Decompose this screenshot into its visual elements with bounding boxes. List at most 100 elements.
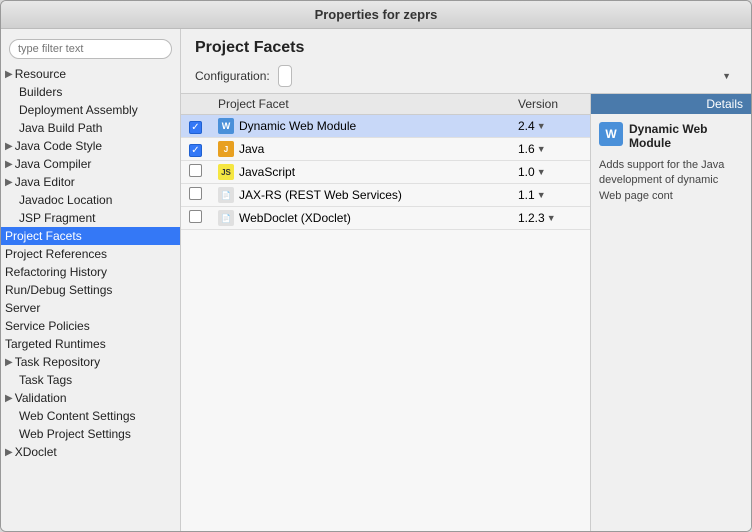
sidebar-item-label: Validation: [15, 391, 67, 405]
facet-name-cell: J Java: [210, 138, 510, 161]
sidebar-item-label: XDoclet: [15, 445, 57, 459]
facets-table: Project Facet Version ✓ W Dynamic Web Modu…: [181, 94, 590, 230]
arrow-icon: ▶: [5, 159, 13, 170]
sidebar-item-javadoc-location[interactable]: Javadoc Location: [1, 191, 180, 209]
details-panel: Details W Dynamic Web Module Adds suppor…: [591, 94, 751, 531]
version-dropdown-arrow-icon[interactable]: ▼: [537, 167, 546, 177]
sidebar-item-service-policies[interactable]: Service Policies: [1, 317, 180, 335]
sidebar-item-label: Refactoring History: [5, 265, 107, 279]
facet-name: WebDoclet (XDoclet): [239, 211, 351, 225]
table-row[interactable]: 📄 JAX-RS (REST Web Services) 1.1▼: [181, 184, 590, 207]
sidebar-item-task-tags[interactable]: Task Tags: [1, 371, 180, 389]
main-window: Properties for zeprs ▶ ResourceBuildersD…: [0, 0, 752, 532]
details-name: Dynamic Web Module: [629, 122, 743, 150]
table-row[interactable]: ✓ W Dynamic Web Module 2.4▼: [181, 115, 590, 138]
arrow-icon: ▶: [5, 393, 13, 404]
sidebar-item-label: Project Facets: [5, 229, 82, 243]
table-row[interactable]: JSJavaScript1.0▼: [181, 161, 590, 184]
facet-name: JAX-RS (REST Web Services): [239, 188, 402, 202]
sidebar-item-label: Web Project Settings: [19, 427, 131, 441]
facet-checkbox-cell: [181, 161, 210, 184]
facets-area: Project Facet Version ✓ W Dynamic Web Modu…: [181, 94, 591, 531]
document-icon: 📄: [218, 210, 234, 226]
sidebar-item-java-build-path[interactable]: Java Build Path: [1, 119, 180, 137]
panel-body: Project Facet Version ✓WDynamic Web Modu…: [181, 94, 751, 531]
facet-name-cell: 📄 WebDoclet (XDoclet): [210, 207, 510, 230]
java-icon: J: [218, 141, 234, 157]
facet-checkbox[interactable]: [189, 210, 202, 223]
sidebar-item-jsp-fragment[interactable]: JSP Fragment: [1, 209, 180, 227]
sidebar-item-targeted-runtimes[interactable]: Targeted Runtimes: [1, 335, 180, 353]
sidebar-item-label: Service Policies: [5, 319, 90, 333]
filter-input[interactable]: [9, 39, 172, 59]
facet-name-cell: JSJavaScript: [210, 161, 510, 184]
facet-version: 1.2.3: [518, 211, 545, 225]
version-dropdown-arrow-icon[interactable]: ▼: [547, 213, 556, 223]
sidebar-item-label: Run/Debug Settings: [5, 283, 112, 297]
sidebar-item-validation[interactable]: ▶ Validation: [1, 389, 180, 407]
arrow-icon: ▶: [5, 177, 13, 188]
facets-tbody: ✓WDynamic Web Module2.4▼✓JJava1.6▼JSJava…: [181, 115, 590, 230]
sidebar-item-label: Deployment Assembly: [19, 103, 138, 117]
facet-checkbox-cell: ✓: [181, 138, 210, 161]
panel-title: Project Facets: [195, 39, 737, 57]
main-content: ▶ ResourceBuildersDeployment AssemblyJav…: [1, 29, 751, 531]
filter-wrap: [1, 35, 180, 65]
sidebar-item-project-references[interactable]: Project References: [1, 245, 180, 263]
col-project-facet: Project Facet: [210, 94, 510, 115]
facet-version: 2.4: [518, 119, 535, 133]
config-row: Configuration:: [195, 65, 737, 87]
facet-checkbox[interactable]: ✓: [189, 121, 202, 134]
sidebar-item-resource[interactable]: ▶ Resource: [1, 65, 180, 83]
document-icon: 📄: [218, 187, 234, 203]
javascript-icon: JS: [218, 164, 234, 180]
facet-version: 1.1: [518, 188, 535, 202]
config-select[interactable]: [278, 65, 292, 87]
sidebar-item-builders[interactable]: Builders: [1, 83, 180, 101]
right-panel: Project Facets Configuration: Project Fa…: [181, 29, 751, 531]
sidebar: ▶ ResourceBuildersDeployment AssemblyJav…: [1, 29, 181, 531]
table-row[interactable]: 📄 WebDoclet (XDoclet) 1.2.3▼: [181, 207, 590, 230]
facet-name: Dynamic Web Module: [239, 119, 356, 133]
facet-checkbox[interactable]: [189, 187, 202, 200]
facet-checkbox-cell: ✓: [181, 115, 210, 138]
sidebar-item-label: Resource: [15, 67, 66, 81]
col-version: Version: [510, 94, 590, 115]
version-dropdown-arrow-icon[interactable]: ▼: [537, 144, 546, 154]
sidebar-item-label: Java Editor: [15, 175, 75, 189]
table-row[interactable]: ✓ J Java 1.6▼: [181, 138, 590, 161]
version-dropdown-arrow-icon[interactable]: ▼: [537, 190, 546, 200]
sidebar-item-label: Javadoc Location: [19, 193, 112, 207]
facet-checkbox[interactable]: ✓: [189, 144, 202, 157]
details-big-icon: W: [599, 122, 623, 146]
arrow-icon: ▶: [5, 447, 13, 458]
sidebar-item-java-editor[interactable]: ▶ Java Editor: [1, 173, 180, 191]
sidebar-item-web-content-settings[interactable]: Web Content Settings: [1, 407, 180, 425]
sidebar-item-web-project-settings[interactable]: Web Project Settings: [1, 425, 180, 443]
version-dropdown-arrow-icon[interactable]: ▼: [537, 121, 546, 131]
web-module-icon: W: [218, 118, 234, 134]
sidebar-item-label: Targeted Runtimes: [5, 337, 106, 351]
sidebar-item-deployment-assembly[interactable]: Deployment Assembly: [1, 101, 180, 119]
arrow-icon: ▶: [5, 141, 13, 152]
arrow-icon: ▶: [5, 357, 13, 368]
sidebar-item-run-debug-settings[interactable]: Run/Debug Settings: [1, 281, 180, 299]
facet-name-cell: W Dynamic Web Module: [210, 115, 510, 138]
sidebar-item-java-compiler[interactable]: ▶ Java Compiler: [1, 155, 180, 173]
facet-name-cell: 📄 JAX-RS (REST Web Services): [210, 184, 510, 207]
sidebar-item-task-repository[interactable]: ▶ Task Repository: [1, 353, 180, 371]
sidebar-items: ▶ ResourceBuildersDeployment AssemblyJav…: [1, 65, 180, 461]
facet-version-cell: 1.0▼: [510, 161, 590, 184]
facet-version-cell: 1.6▼: [510, 138, 590, 161]
facet-name: Java: [239, 142, 264, 156]
sidebar-item-java-code-style[interactable]: ▶ Java Code Style: [1, 137, 180, 155]
config-select-wrap: [278, 65, 737, 87]
sidebar-item-project-facets[interactable]: Project Facets: [1, 227, 180, 245]
facet-version: 1.6: [518, 142, 535, 156]
facet-checkbox[interactable]: [189, 164, 202, 177]
sidebar-item-server[interactable]: Server: [1, 299, 180, 317]
details-desc: Adds support for the Java development of…: [599, 158, 743, 204]
sidebar-item-xdoclet[interactable]: ▶ XDoclet: [1, 443, 180, 461]
sidebar-item-refactoring-history[interactable]: Refactoring History: [1, 263, 180, 281]
config-label: Configuration:: [195, 69, 270, 83]
